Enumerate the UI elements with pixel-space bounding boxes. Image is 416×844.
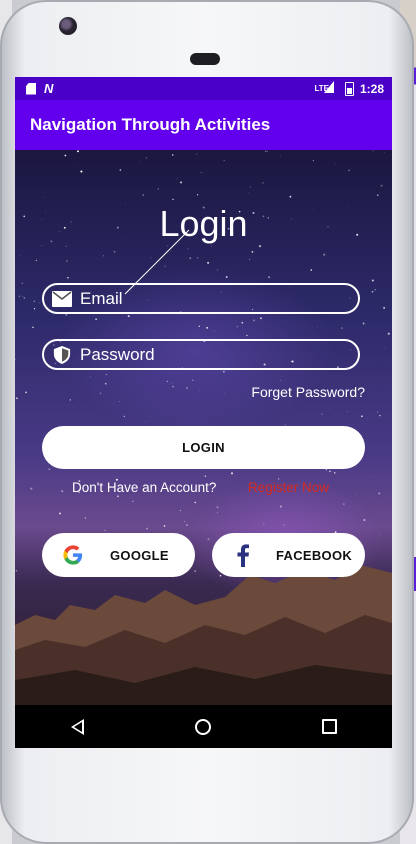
password-input[interactable] [80, 344, 330, 365]
phone-screen: N LTE 1:28 Navigation Through Activities… [15, 77, 392, 748]
email-input[interactable] [80, 288, 330, 309]
sd-card-icon [26, 82, 36, 95]
battery-icon [344, 81, 354, 96]
forget-password-link[interactable]: Forget Password? [251, 384, 365, 400]
back-icon[interactable] [70, 718, 84, 735]
no-account-text: Don't Have an Account? [72, 480, 217, 495]
system-icons: LTE 1:28 [314, 81, 384, 96]
navigation-bar [15, 705, 392, 748]
status-time: 1:28 [359, 81, 384, 96]
google-button[interactable]: GOOGLE [42, 533, 195, 577]
app-bar-title: Navigation Through Activities [30, 115, 271, 134]
signal-icon: LTE [314, 81, 334, 93]
home-icon[interactable] [194, 718, 211, 735]
email-field[interactable] [42, 283, 360, 314]
login-button[interactable]: LOGIN [42, 426, 365, 469]
password-field[interactable] [42, 339, 360, 370]
facebook-button[interactable]: FACEBOOK [212, 533, 365, 577]
google-icon [63, 545, 83, 565]
app-bar: Navigation Through Activities [15, 100, 392, 150]
facebook-label: FACEBOOK [276, 547, 353, 563]
recents-icon[interactable] [321, 719, 337, 734]
facebook-icon [237, 544, 249, 567]
earpiece-speaker [190, 53, 220, 65]
front-camera [59, 17, 77, 35]
status-bar: N LTE 1:28 [15, 77, 392, 100]
rock-formation-background [15, 565, 392, 705]
n-notification-icon: N [44, 81, 54, 96]
notification-icons: N [26, 81, 53, 96]
shield-icon [53, 345, 71, 364]
login-title: Login [159, 203, 248, 244]
email-icon [52, 290, 72, 307]
phone-frame: N LTE 1:28 Navigation Through Activities… [0, 0, 414, 844]
register-now-link[interactable]: Register Now [248, 480, 329, 495]
google-label: GOOGLE [110, 547, 169, 563]
login-content: Login Forget Password? LOGIN [15, 150, 392, 705]
